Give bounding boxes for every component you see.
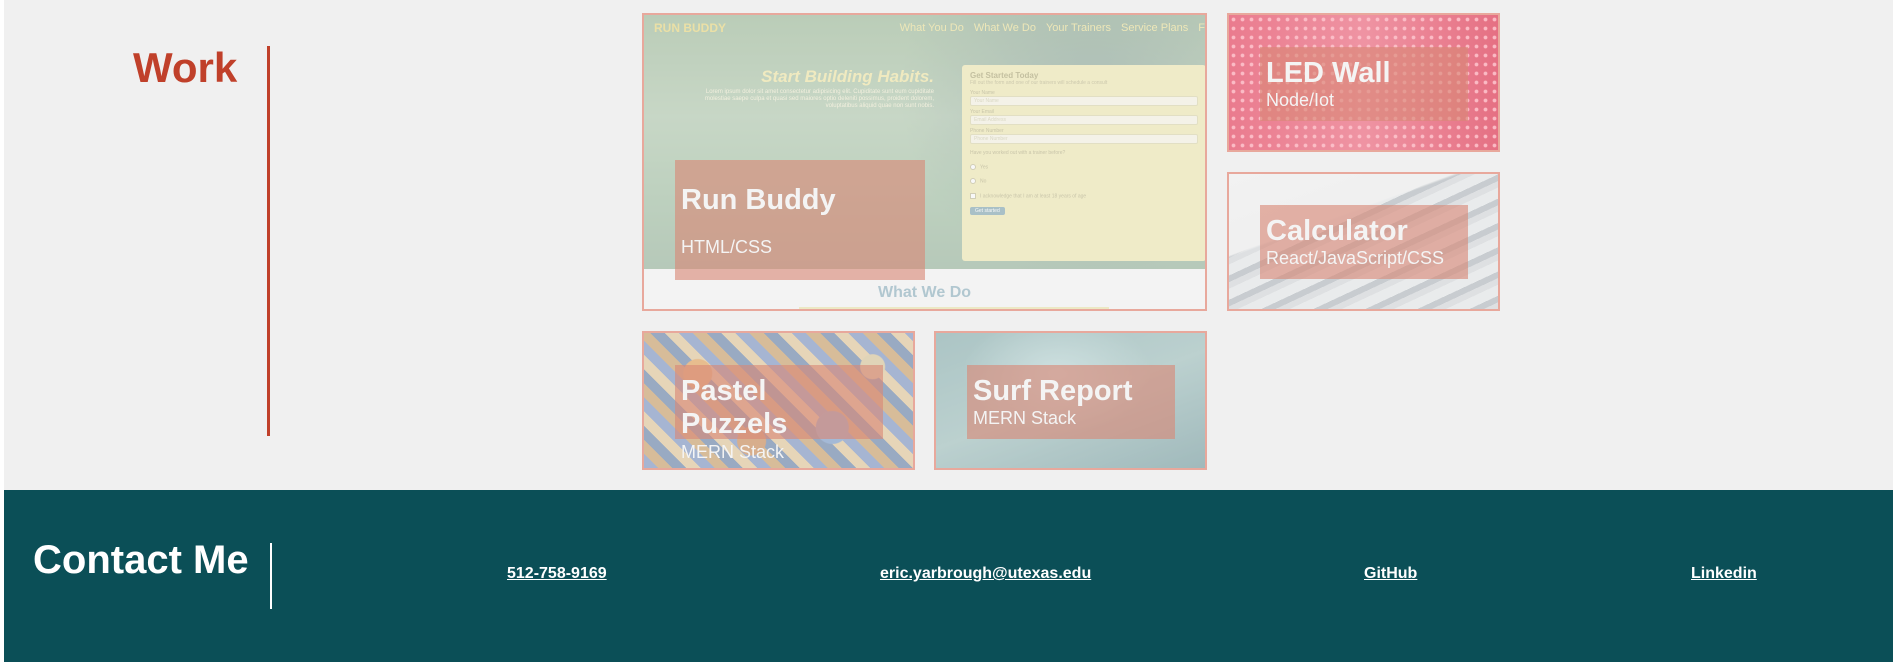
work-heading: Work [133,44,238,91]
phone-link[interactable]: 512-758-9169 [507,565,607,583]
project-tech: HTML/CSS [681,237,773,258]
github-link[interactable]: GitHub [1364,565,1417,583]
project-caption: Run Buddy HTML/CSS [675,160,925,280]
work-divider [267,46,270,436]
project-title: Surf Report [973,375,1133,407]
project-title: Run Buddy [681,184,836,216]
project-caption: Calculator React/JavaScript/CSS [1260,205,1468,279]
project-title: LED Wall [1266,57,1391,89]
email-link[interactable]: eric.yarbrough@utexas.edu [880,565,1091,583]
contact-footer: Contact Me 512-758-9169 eric.yarbrough@u… [4,490,1893,662]
project-tech: MERN Stack [973,408,1077,429]
project-caption: Surf Report MERN Stack [967,365,1175,439]
project-card-pastel-puzzels[interactable]: Pastel Puzzels MERN Stack [642,331,915,470]
project-card-calculator[interactable]: Calculator React/JavaScript/CSS [1227,172,1500,311]
project-title: Pastel Puzzels [681,375,788,441]
linkedin-link[interactable]: Linkedin [1691,565,1757,583]
contact-heading: Contact Me [33,538,249,582]
project-tech: MERN Stack [681,441,785,462]
project-tech: Node/Iot [1266,90,1335,111]
project-tech: React/JavaScript/CSS [1266,248,1445,269]
project-card-led-wall[interactable]: LED Wall Node/Iot [1227,13,1500,152]
contact-divider [270,543,272,609]
project-card-run-buddy[interactable]: RUN BUDDY What You Do What We Do Your Tr… [642,13,1207,311]
project-card-surf-report[interactable]: Surf Report MERN Stack [934,331,1207,470]
project-title: Calculator [1266,215,1408,247]
project-caption: LED Wall Node/Iot [1260,47,1468,121]
project-caption: Pastel Puzzels MERN Stack [675,365,883,462]
